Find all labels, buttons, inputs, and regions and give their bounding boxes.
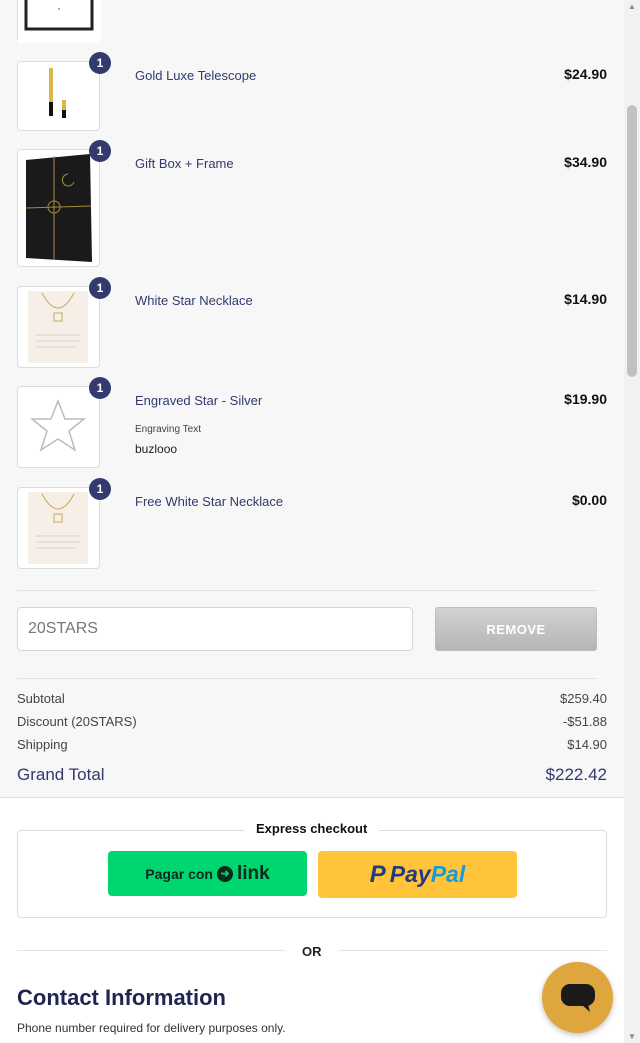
item-name: Free White Star Necklace bbox=[135, 494, 284, 509]
chat-button[interactable] bbox=[542, 962, 613, 1033]
star-outline-image: 1 bbox=[17, 377, 111, 468]
item-name: Engraved Star - Silver bbox=[135, 393, 263, 408]
link-arrow-icon: ➜ bbox=[216, 865, 233, 882]
subtotal-label: Subtotal bbox=[17, 691, 65, 706]
grand-total-row: Grand Total $222.42 bbox=[17, 765, 607, 785]
scrollbar-thumb[interactable] bbox=[627, 105, 637, 377]
quantity-badge: 1 bbox=[89, 478, 111, 500]
shipping-label: Shipping bbox=[17, 737, 68, 752]
express-checkout-box bbox=[17, 830, 607, 918]
necklace-image: 1 bbox=[17, 277, 111, 368]
quantity-badge: 1 bbox=[89, 52, 111, 74]
line-item-partial bbox=[17, 0, 607, 43]
scroll-down-icon[interactable]: ▼ bbox=[628, 1032, 636, 1041]
line-item: 1 Gift Box + Frame $34.90 bbox=[17, 140, 607, 267]
link-pay-label: Pagar con bbox=[145, 865, 213, 882]
link-wordmark: link bbox=[236, 862, 270, 884]
paypal-wordmark: PayPal bbox=[389, 861, 466, 887]
grand-total-label: Grand Total bbox=[17, 765, 105, 784]
divider bbox=[17, 590, 598, 591]
order-summary: 1 Gold Luxe Telescope $24.90 1 Gift Box … bbox=[0, 0, 624, 798]
item-name: Gold Luxe Telescope bbox=[135, 68, 257, 83]
item-price: $34.90 bbox=[564, 154, 607, 170]
scrollbar[interactable]: ▲ ▼ bbox=[624, 0, 640, 1043]
line-item: 1 Engraved Star - Silver $19.90 Engravin… bbox=[17, 377, 607, 468]
quantity-badge: 1 bbox=[89, 277, 111, 299]
or-divider-text: OR bbox=[302, 944, 322, 959]
express-checkout-title: Express checkout bbox=[244, 821, 380, 836]
remove-discount-button[interactable]: REMOVE bbox=[435, 607, 597, 651]
discount-value: -$51.88 bbox=[562, 714, 607, 729]
contact-information-title: Contact Information bbox=[17, 985, 226, 1010]
shipping-value: $14.90 bbox=[567, 737, 607, 752]
line-item: 1 Free White Star Necklace $0.00 bbox=[17, 478, 607, 569]
item-price: $0.00 bbox=[571, 492, 607, 508]
subtotal-value: $259.40 bbox=[560, 691, 607, 706]
telescope-image: 1 bbox=[17, 52, 111, 131]
discount-row: Discount (20STARS) -$51.88 bbox=[17, 714, 607, 729]
contact-note: Phone number required for delivery purpo… bbox=[17, 1021, 286, 1035]
or-divider-left bbox=[17, 950, 285, 951]
chat-bubble-icon bbox=[560, 983, 595, 1012]
quantity-badge: 1 bbox=[89, 140, 111, 162]
frame-image bbox=[17, 0, 101, 43]
discount-code-input[interactable] bbox=[17, 607, 413, 651]
subtotal-row: Subtotal $259.40 bbox=[17, 691, 607, 706]
engraving-value: buzlooo bbox=[135, 442, 178, 456]
item-name: Gift Box + Frame bbox=[135, 156, 234, 171]
item-name: White Star Necklace bbox=[135, 293, 253, 308]
quantity-badge: 1 bbox=[89, 377, 111, 399]
paypal-button[interactable]: P PayPal bbox=[318, 851, 517, 898]
line-item: 1 Gold Luxe Telescope $24.90 bbox=[17, 52, 607, 131]
item-price: $14.90 bbox=[564, 291, 607, 307]
divider bbox=[17, 678, 598, 679]
shipping-row: Shipping $14.90 bbox=[17, 737, 607, 752]
grand-total-value: $222.42 bbox=[545, 765, 607, 784]
item-price: $24.90 bbox=[564, 66, 607, 82]
link-pay-button[interactable]: Pagar con ➜ link bbox=[108, 851, 307, 896]
scroll-up-icon[interactable]: ▲ bbox=[628, 2, 636, 11]
discount-label: Discount (20STARS) bbox=[17, 714, 137, 729]
or-divider-right bbox=[339, 950, 607, 951]
necklace-image: 1 bbox=[17, 478, 111, 569]
line-item: 1 White Star Necklace $14.90 bbox=[17, 277, 607, 368]
gift-box-image: 1 bbox=[17, 140, 111, 267]
paypal-logo-icon: P bbox=[369, 860, 386, 888]
engraving-label: Engraving Text bbox=[135, 424, 201, 435]
item-price: $19.90 bbox=[564, 391, 607, 407]
